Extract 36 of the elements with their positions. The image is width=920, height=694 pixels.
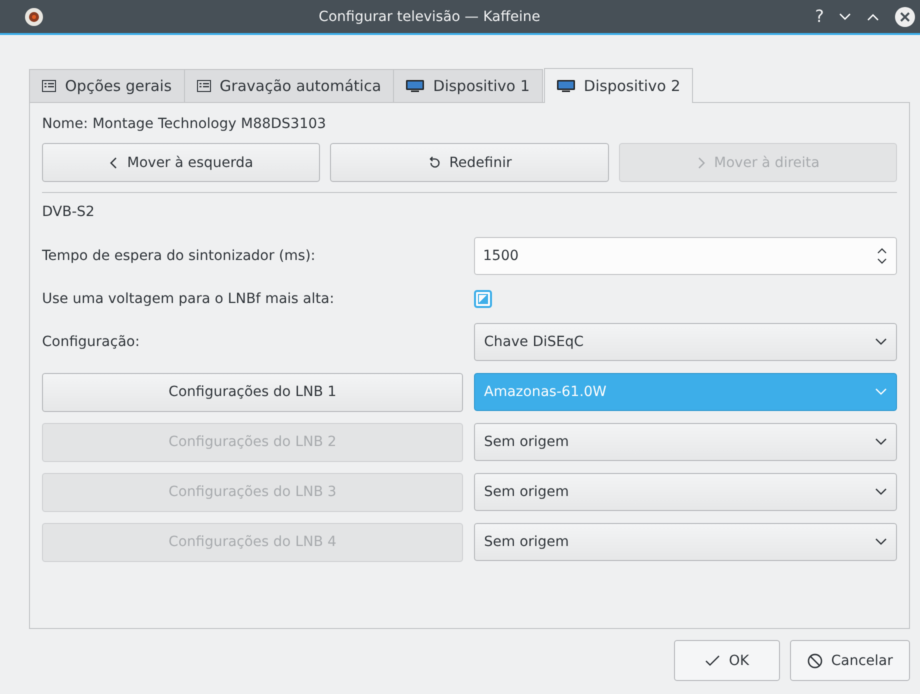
close-icon[interactable] [894, 6, 916, 28]
move-button[interactable]: Redefinir [330, 143, 609, 182]
configuration-dropdown[interactable]: Chave DiSEqC [474, 323, 897, 361]
window-title: Configurar televisão — Kaffeine [318, 8, 542, 24]
chevron-down-icon [875, 338, 887, 346]
chevron-down-icon [875, 488, 887, 496]
cancel-button[interactable]: Cancelar [790, 640, 910, 681]
chevron-right-icon [696, 156, 706, 170]
tab[interactable]: Opções gerais [29, 69, 185, 102]
chevron-left-icon [109, 156, 120, 170]
list-icon [196, 80, 211, 92]
cancel-icon [807, 652, 824, 668]
device-name: Nome: Montage Technology M88DS3103 [42, 115, 328, 134]
checkbox[interactable] [474, 290, 492, 308]
monitor-icon [556, 80, 575, 92]
tab[interactable]: Dispositivo 1 [393, 69, 543, 102]
move-button[interactable]: Mover à esquerda [42, 143, 320, 182]
app-icon [24, 6, 44, 26]
undo-icon [427, 156, 442, 170]
section-label: DVB-S2 [42, 203, 96, 222]
tab[interactable]: Dispositivo 2 [544, 68, 694, 103]
field-label: Tempo de espera do sintonizador (ms): [42, 248, 316, 264]
chevron-down-icon [875, 438, 887, 446]
monitor-icon [406, 80, 424, 92]
list-icon [42, 80, 56, 92]
field-label: Configuração: [42, 334, 141, 350]
field-label: Use uma voltagem para o LNBf mais alta: [42, 291, 336, 307]
chevron-down-icon [875, 388, 887, 396]
chevron-down-icon [875, 538, 887, 546]
tab[interactable]: Gravação automática [184, 69, 394, 102]
help-button[interactable]: ? [814, 6, 824, 26]
ok-button[interactable]: OK [674, 640, 780, 681]
timeout-field[interactable]: 1500 [474, 237, 897, 275]
spin-arrows-icon[interactable] [876, 246, 888, 266]
checkmark-icon [704, 654, 721, 666]
lnb-settings-button[interactable]: Configurações do LNB 1 [42, 372, 463, 412]
